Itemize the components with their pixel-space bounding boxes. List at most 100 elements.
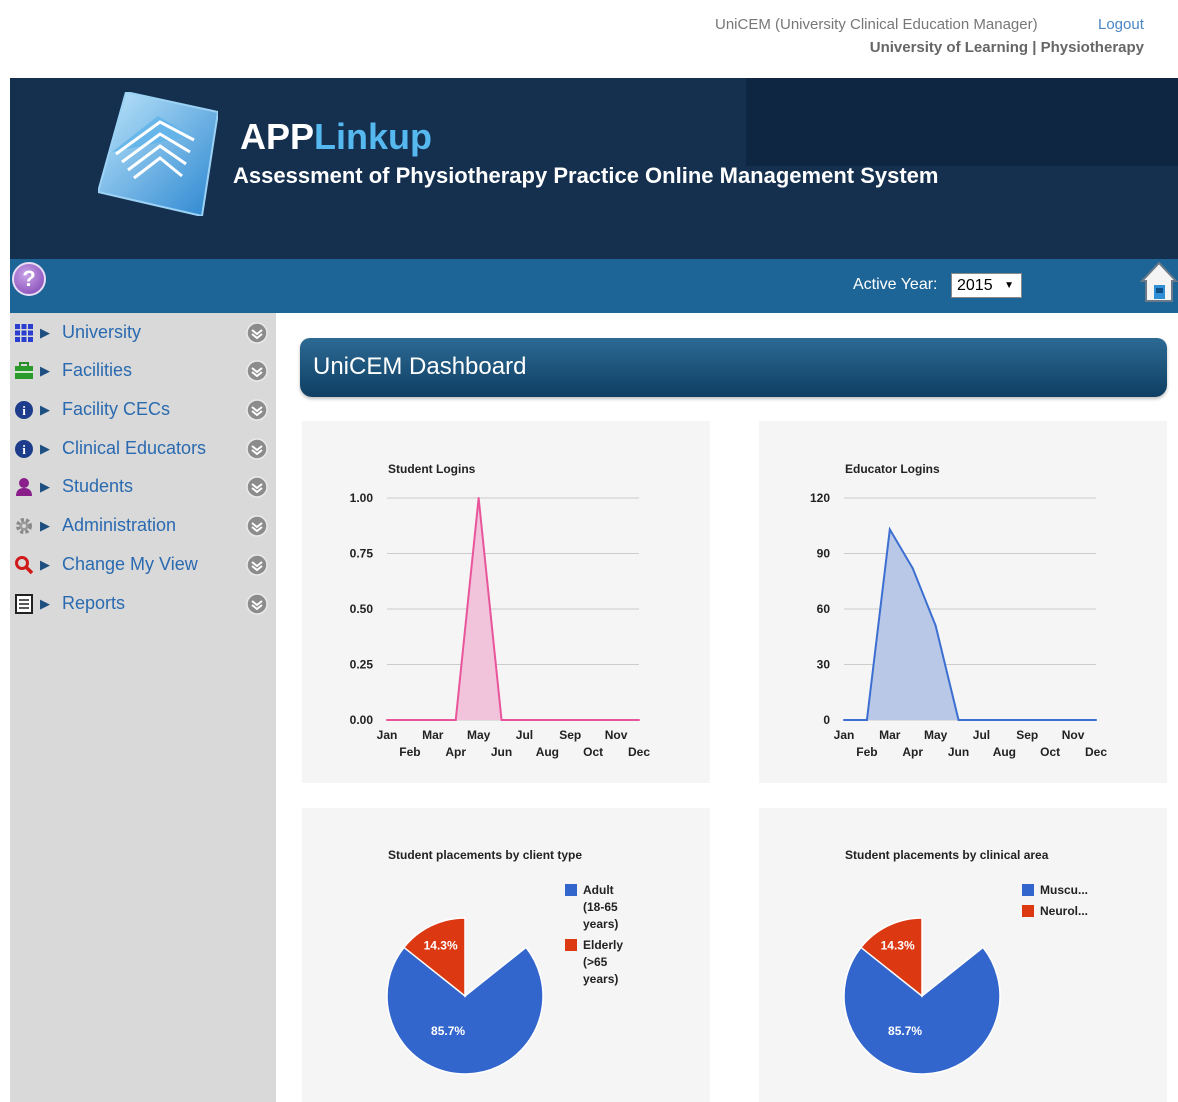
student-logins-panel: Student Logins 0.00 0.25 0.50 0.75 1.00 Jan Feb… xyxy=(302,421,710,783)
chevron-down-icon[interactable] xyxy=(246,399,268,421)
x-tick-label: Aug xyxy=(536,745,559,759)
x-tick-label: Dec xyxy=(1085,745,1107,759)
x-tick-label: Dec xyxy=(628,745,650,759)
x-tick-label: Aug xyxy=(993,745,1016,759)
chart-title: Student placements by client type xyxy=(388,848,582,862)
x-tick-label: Jun xyxy=(491,745,512,759)
data-point xyxy=(911,567,914,570)
legend-label: Muscu... xyxy=(1040,883,1088,897)
help-button[interactable]: ? xyxy=(12,262,46,296)
x-tick-label: Jul xyxy=(973,728,990,742)
chevron-down-icon[interactable] xyxy=(246,360,268,382)
data-point xyxy=(957,719,960,721)
dropdown-arrow-icon: ▼ xyxy=(1004,280,1014,291)
sidebar-item-university[interactable]: ▶ University xyxy=(10,317,276,351)
chevron-down-icon[interactable] xyxy=(246,476,268,498)
legend-label: years) xyxy=(583,972,618,986)
top-header: UniCEM (University Clinical Education Ma… xyxy=(0,0,1178,78)
x-tick-label: Sep xyxy=(559,728,581,742)
x-tick-label: Feb xyxy=(856,745,877,759)
briefcase-icon xyxy=(15,362,33,379)
app-name: UniCEM (University Clinical Education Ma… xyxy=(715,16,1038,33)
legend-swatch xyxy=(1022,905,1034,917)
sidebar-item-label: Students xyxy=(62,476,134,496)
slice-percent-label: 85.7% xyxy=(431,1024,465,1038)
chart-title: Student placements by clinical area xyxy=(845,848,1049,862)
sidebar-item-change-my-view[interactable]: ▶ Change My View xyxy=(10,549,276,583)
data-point xyxy=(431,719,434,721)
data-point xyxy=(888,528,891,531)
sidebar-item-label: Clinical Educators xyxy=(62,438,207,458)
triangle-right-icon: ▶ xyxy=(40,557,50,572)
active-year-select[interactable]: 2015 ▼ xyxy=(951,273,1022,298)
sidebar-item-label: Reports xyxy=(62,593,126,613)
x-tick-label: Apr xyxy=(902,745,923,759)
slice-percent-label: 14.3% xyxy=(424,938,458,952)
svg-text:i: i xyxy=(22,442,26,457)
triangle-right-icon: ▶ xyxy=(40,363,50,378)
chevron-down-icon[interactable] xyxy=(246,438,268,460)
sidebar-item-label: Facility CECs xyxy=(62,399,171,419)
sidebar-item-label: Change My View xyxy=(62,554,198,574)
banner: APPLinkup Assessment of Physiotherapy Pr… xyxy=(10,78,1178,259)
sidebar-item-facilities[interactable]: ▶ Facilities xyxy=(10,355,276,389)
legend-label: Elderly xyxy=(583,938,623,952)
data-point xyxy=(1026,719,1029,721)
data-point xyxy=(865,719,868,721)
data-point xyxy=(980,719,983,721)
student-logins-chart: Student Logins 0.00 0.25 0.50 0.75 1.00 JanFeb… xyxy=(350,462,651,759)
svg-text:i: i xyxy=(22,403,26,418)
x-tick-label: Oct xyxy=(1040,745,1060,759)
info-icon: i xyxy=(15,440,33,458)
dashboard-title: UniCEM Dashboard xyxy=(313,353,527,380)
chevron-down-icon[interactable] xyxy=(246,554,268,576)
home-icon[interactable] xyxy=(1140,259,1178,305)
x-tick-label: May xyxy=(467,728,491,742)
data-point xyxy=(408,719,411,721)
y-tick-label: 0.50 xyxy=(350,602,374,616)
sidebar-item-clinical-educators[interactable]: i ▶ Clinical Educators xyxy=(10,433,276,467)
sidebar-item-administration[interactable]: ▶ Administration xyxy=(10,510,276,544)
x-tick-label: Mar xyxy=(879,728,901,742)
brand-tagline: Assessment of Physiotherapy Practice Onl… xyxy=(233,163,939,188)
triangle-right-icon: ▶ xyxy=(40,518,50,533)
legend-label: years) xyxy=(583,917,618,931)
active-year-value: 2015 xyxy=(957,277,993,294)
sidebar-item-students[interactable]: ▶ Students xyxy=(10,471,276,505)
sidebar-item-facility-cecs[interactable]: i ▶ Facility CECs xyxy=(10,394,276,428)
x-tick-label: Jan xyxy=(834,728,855,742)
data-point xyxy=(569,719,572,721)
y-tick-label: 60 xyxy=(817,602,831,616)
chart-title: Educator Logins xyxy=(845,462,940,476)
data-point xyxy=(523,719,526,721)
legend-label: (>65 xyxy=(583,955,608,969)
y-tick-label: 0.75 xyxy=(350,547,374,561)
triangle-right-icon: ▶ xyxy=(40,325,50,340)
sidebar-item-label: Administration xyxy=(62,515,177,535)
logout-link[interactable]: Logout xyxy=(1098,16,1144,33)
sidebar-item-label: University xyxy=(62,322,142,342)
y-tick-label: 120 xyxy=(810,491,830,505)
chevron-down-icon[interactable] xyxy=(246,593,268,615)
data-point xyxy=(592,719,595,721)
data-point xyxy=(386,719,388,721)
triangle-right-icon: ▶ xyxy=(40,596,50,611)
grid-icon xyxy=(15,324,33,342)
x-tick-label: Nov xyxy=(1062,728,1085,742)
triangle-right-icon: ▶ xyxy=(40,402,50,417)
brand-name: APPLinkup xyxy=(240,116,432,158)
triangle-right-icon: ▶ xyxy=(40,479,50,494)
legend-label: Neurol... xyxy=(1040,904,1088,918)
sidebar-item-reports[interactable]: ▶ Reports xyxy=(10,588,276,622)
clinical-area-panel: Student placements by clinical area 85.7%… xyxy=(759,808,1167,1102)
y-tick-label: 0 xyxy=(823,713,830,727)
x-tick-label: May xyxy=(924,728,948,742)
x-tick-label: Apr xyxy=(445,745,466,759)
y-tick-label: 30 xyxy=(817,658,831,672)
clinical-area-pie-chart: Student placements by clinical area 85.7%… xyxy=(843,848,1088,1075)
chevron-down-icon[interactable] xyxy=(246,515,268,537)
x-tick-label: Jun xyxy=(948,745,969,759)
area-fill xyxy=(844,529,1096,720)
slice-percent-label: 14.3% xyxy=(881,938,915,952)
chevron-down-icon[interactable] xyxy=(246,322,268,344)
